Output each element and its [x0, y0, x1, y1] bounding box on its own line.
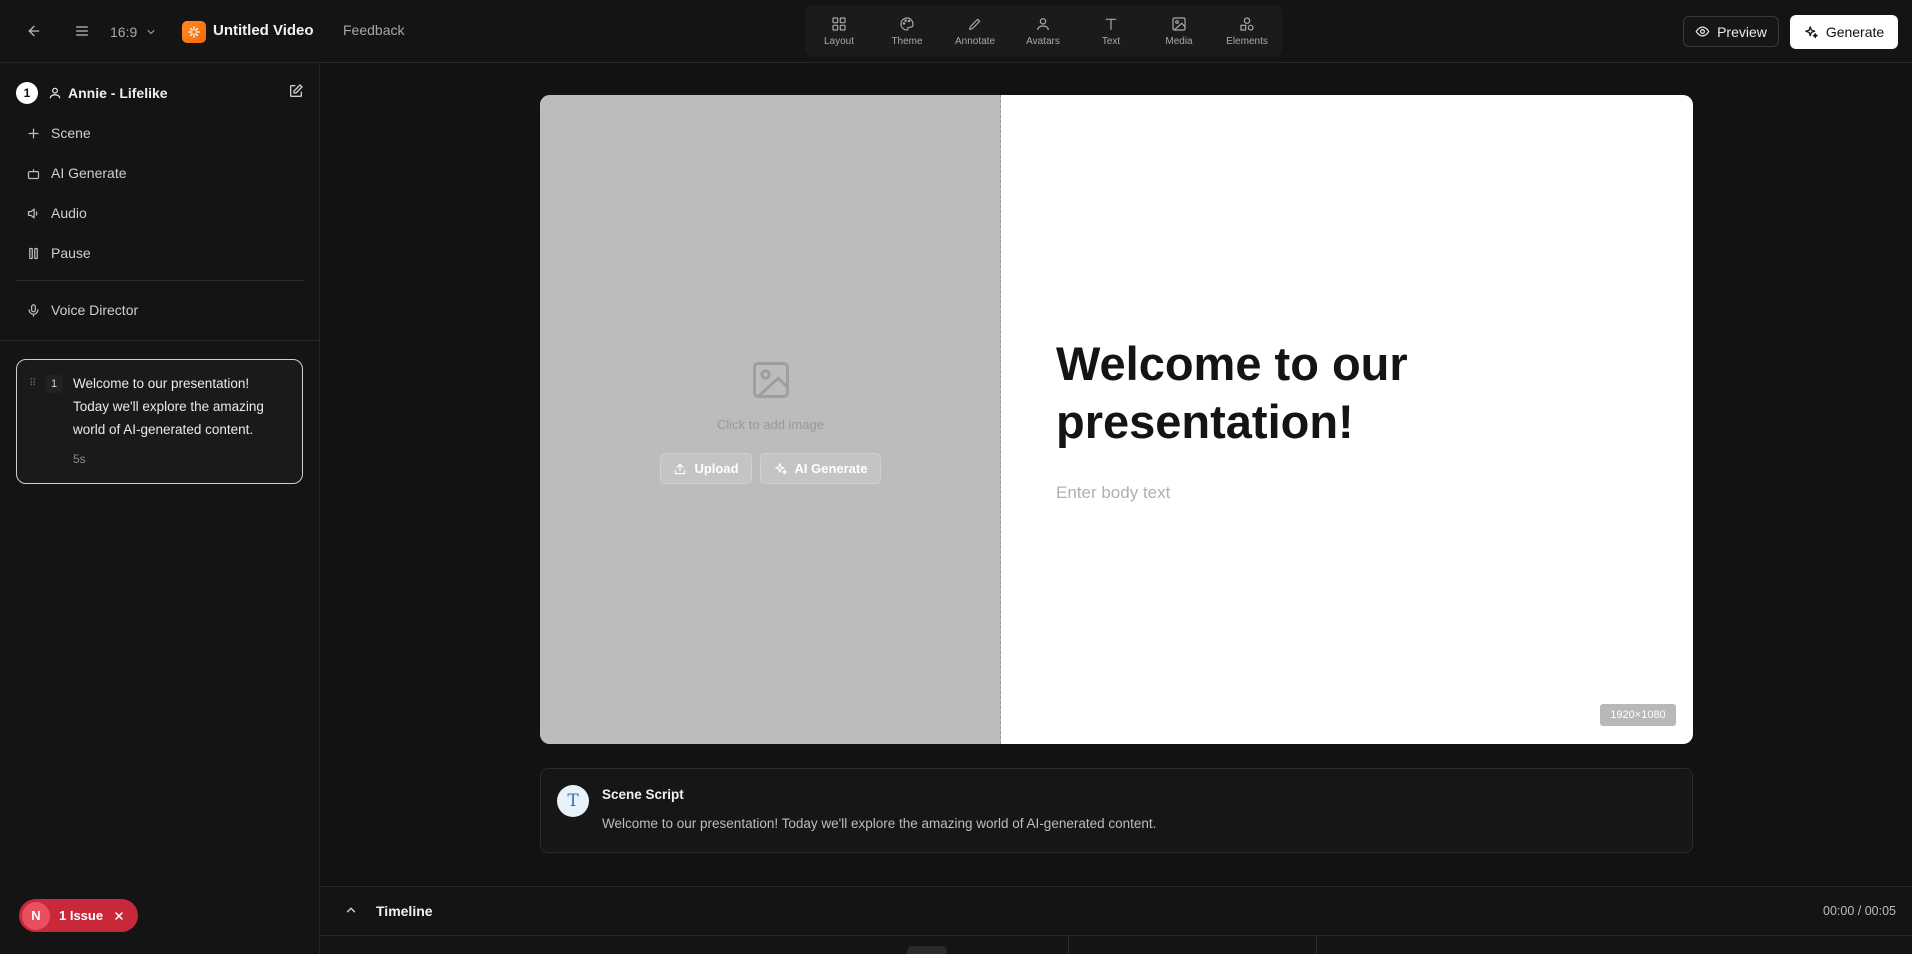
- person-icon: [48, 86, 62, 100]
- divider: [0, 340, 320, 341]
- scene-number: 1: [45, 375, 63, 393]
- preview-label: Preview: [1717, 23, 1767, 40]
- sidebar-item-voice-director[interactable]: Voice Director: [26, 298, 138, 322]
- microphone-icon: [28, 303, 39, 317]
- pencil-icon: [969, 18, 981, 30]
- project-title[interactable]: Untitled Video: [213, 22, 314, 39]
- timeline-panel: Timeline 00:00 / 00:05: [320, 886, 1912, 954]
- user-icon: [1037, 17, 1049, 30]
- menu-icon[interactable]: [70, 19, 94, 43]
- eye-icon: [1695, 24, 1710, 39]
- plus-icon: [28, 128, 39, 138]
- shapes-icon: [1240, 16, 1254, 31]
- generate-label: Generate: [1825, 24, 1885, 40]
- tool-label: Media: [1165, 35, 1193, 47]
- bot-icon: [27, 168, 40, 179]
- image-hint: Click to add image: [717, 417, 824, 432]
- tool-label: Elements: [1226, 35, 1268, 47]
- tool-layout[interactable]: Layout: [805, 5, 873, 57]
- top-bar: 16:9 Untitled Video Feedback Layout Them…: [0, 0, 1912, 63]
- tool-annotate[interactable]: Annotate: [941, 5, 1009, 57]
- tool-theme[interactable]: Theme: [873, 5, 941, 57]
- chevron-down-icon: [145, 26, 157, 38]
- edit-icon[interactable]: [288, 83, 304, 99]
- divider: [16, 280, 304, 281]
- back-arrow-icon[interactable]: [22, 19, 46, 43]
- slide-title[interactable]: Welcome to our presentation!: [1056, 335, 1656, 451]
- ai-generate-label: AI Generate: [794, 461, 868, 476]
- pause-icon: [29, 247, 38, 259]
- timeline-title[interactable]: Timeline: [376, 903, 433, 919]
- sparkles-icon: [774, 462, 788, 476]
- image-icon: [1172, 16, 1186, 31]
- upload-button[interactable]: Upload: [660, 453, 752, 484]
- tool-text[interactable]: Text: [1077, 5, 1145, 57]
- ai-generate-image-button[interactable]: AI Generate: [760, 453, 881, 484]
- preview-button[interactable]: Preview: [1683, 16, 1779, 47]
- sidebar-item-label: AI Generate: [51, 165, 127, 181]
- tool-elements[interactable]: Elements: [1213, 5, 1281, 57]
- sidebar-item-ai-generate[interactable]: AI Generate: [26, 161, 127, 185]
- close-icon[interactable]: [113, 910, 125, 922]
- sidebar-item-label: Scene: [51, 125, 91, 141]
- issues-badge[interactable]: N 1 Issue: [19, 899, 138, 932]
- aspect-ratio-select[interactable]: 16:9: [110, 21, 157, 43]
- feedback-link[interactable]: Feedback: [343, 22, 404, 38]
- image-placeholder[interactable]: Click to add image Upload AI Generate: [540, 95, 1001, 744]
- sidebar-item-label: Pause: [51, 245, 91, 261]
- sidebar-item-label: Voice Director: [51, 302, 139, 318]
- sidebar-item-label: Audio: [51, 205, 87, 221]
- tool-label: Theme: [891, 35, 923, 47]
- upload-icon: [673, 462, 687, 476]
- chevron-up-icon[interactable]: [344, 903, 358, 917]
- sparkles-icon: [1804, 25, 1819, 40]
- scene-script-panel[interactable]: T Scene Script Welcome to our presentati…: [540, 768, 1693, 853]
- text-type-icon: T: [557, 785, 589, 817]
- timeline-divider: [1068, 935, 1069, 954]
- resolution-badge: 1920×1080: [1600, 704, 1676, 726]
- timeline-time: 00:00 / 00:05: [1823, 904, 1896, 918]
- sidebar-item-pause[interactable]: Pause: [26, 241, 91, 265]
- script-text[interactable]: Welcome to our presentation! Today we'll…: [602, 816, 1156, 831]
- tool-label: Annotate: [954, 35, 996, 47]
- image-icon: [749, 358, 793, 407]
- app-logo-icon: [182, 21, 206, 43]
- drag-handle-icon[interactable]: ⠿: [29, 378, 37, 389]
- timeline-divider: [1316, 935, 1317, 954]
- speaker-icon: [27, 208, 38, 218]
- type-icon: [1105, 18, 1117, 30]
- tool-label: Layout: [823, 35, 855, 47]
- tool-palette: Layout Theme Annotate Avatars Text Media…: [805, 5, 1282, 57]
- avatar-number-badge: 1: [16, 82, 38, 104]
- tool-avatars[interactable]: Avatars: [1009, 5, 1077, 57]
- avatar-name: Annie - Lifelike: [68, 85, 168, 101]
- generate-button[interactable]: Generate: [1790, 15, 1898, 49]
- slide-body-text[interactable]: Enter body text: [1056, 483, 1170, 503]
- issue-avatar: N: [22, 901, 50, 930]
- layout-grid-icon: [832, 16, 846, 31]
- sidebar-item-audio[interactable]: Audio: [26, 201, 87, 225]
- timeline-track[interactable]: [320, 935, 1912, 954]
- sidebar-item-scene[interactable]: Scene: [26, 121, 91, 145]
- scene-text: Welcome to our presentation! Today we'll…: [73, 376, 264, 437]
- tool-media[interactable]: Media: [1145, 5, 1213, 57]
- palette-icon: [900, 16, 914, 31]
- scene-card[interactable]: ⠿ 1 Welcome to our presentation! Today w…: [16, 359, 303, 484]
- script-title: Scene Script: [602, 787, 684, 802]
- scene-duration: 5s: [73, 452, 86, 466]
- tool-label: Avatars: [1026, 35, 1060, 47]
- avatar-header[interactable]: 1 Annie - Lifelike: [16, 81, 304, 105]
- upload-label: Upload: [694, 461, 739, 476]
- sidebar: 1 Annie - Lifelike Scene AI Generate Aud…: [0, 63, 320, 954]
- slide-canvas[interactable]: Click to add image Upload AI Generate We…: [540, 95, 1693, 744]
- tool-label: Text: [1101, 35, 1121, 47]
- issue-count: 1 Issue: [59, 908, 104, 923]
- aspect-ratio-value: 16:9: [110, 24, 138, 40]
- timeline-handle[interactable]: [907, 946, 947, 954]
